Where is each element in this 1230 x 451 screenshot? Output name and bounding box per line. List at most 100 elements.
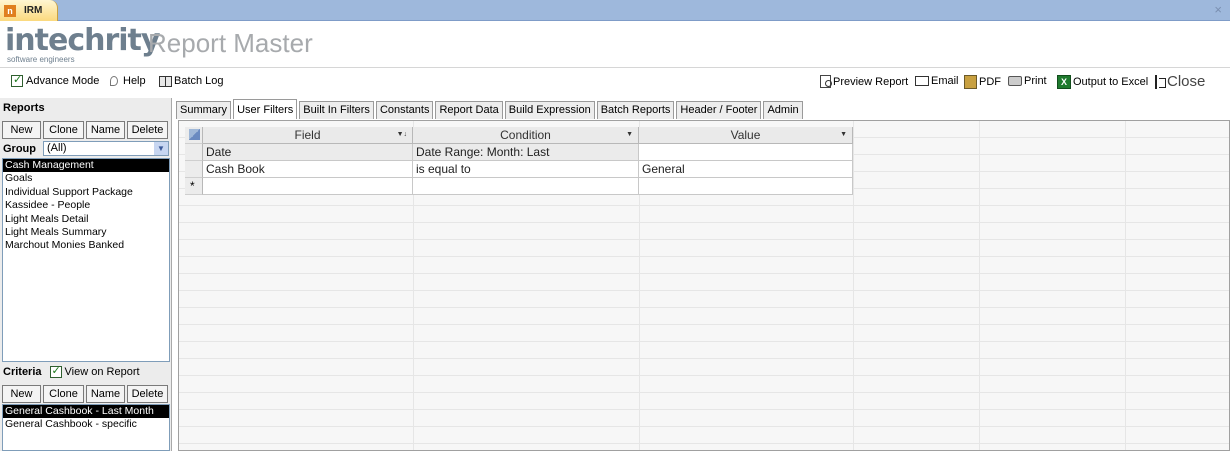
tab-batch-reports[interactable]: Batch Reports — [596, 101, 675, 119]
list-item[interactable]: General Cashbook - specific — [3, 418, 169, 431]
column-header-condition[interactable]: Condition ▼ — [413, 127, 639, 144]
user-filters-grid[interactable]: Field ▼↓ Condition ▼ Value ▼ Date Date R… — [178, 120, 1230, 451]
tab-admin[interactable]: Admin — [763, 101, 803, 119]
app-icon: n — [4, 4, 16, 17]
book-icon — [159, 75, 172, 87]
criteria-new-button[interactable]: New — [2, 385, 41, 403]
email-icon — [915, 76, 929, 86]
company-logo: intechrity — [5, 23, 160, 58]
batch-log-button[interactable]: Batch Log — [159, 75, 224, 87]
reports-clone-button[interactable]: Clone — [43, 121, 84, 139]
table-cell[interactable]: Date — [203, 144, 413, 161]
group-dropdown[interactable]: (All) ▼ — [43, 141, 169, 156]
document-tab-bar: n IRM × — [0, 0, 1230, 21]
tab-summary[interactable]: Summary — [176, 101, 232, 119]
close-icon[interactable]: × — [1214, 2, 1222, 17]
exit-icon — [1155, 74, 1166, 89]
toolbar: Advance Mode Help Batch Log Preview Repo… — [0, 72, 1230, 96]
new-row-marker: * — [190, 179, 195, 193]
list-item[interactable]: Light Meals Detail — [3, 213, 169, 226]
row-selector[interactable] — [185, 144, 203, 161]
reports-heading: Reports — [3, 102, 45, 114]
print-button[interactable]: Print — [1008, 75, 1047, 87]
output-to-excel-label: Output to Excel — [1073, 76, 1149, 88]
printer-icon — [1008, 76, 1022, 86]
column-header-label: Condition — [500, 128, 551, 142]
tab-build-expression[interactable]: Build Expression — [504, 101, 595, 119]
criteria-heading: Criteria — [3, 366, 42, 378]
pdf-button[interactable]: PDF — [964, 75, 1001, 89]
group-label: Group — [3, 142, 36, 155]
list-item[interactable]: Goals — [3, 172, 169, 185]
criteria-list[interactable]: General Cashbook - Last Month General Ca… — [2, 404, 170, 451]
app-title: Report Master — [148, 28, 313, 58]
close-label: Close — [1167, 73, 1206, 90]
table-cell[interactable]: General — [639, 161, 853, 178]
column-header-value[interactable]: Value ▼ — [639, 127, 853, 144]
table-cell[interactable] — [639, 144, 853, 161]
criteria-clone-button[interactable]: Clone — [43, 385, 84, 403]
view-on-report-checkbox[interactable] — [49, 364, 62, 378]
dropdown-icon[interactable]: ▼ — [840, 127, 847, 143]
output-to-excel-button[interactable]: X Output to Excel — [1057, 75, 1148, 89]
table-cell[interactable]: Cash Book — [203, 161, 413, 178]
list-item[interactable]: Kassidee - People — [3, 199, 169, 212]
grid-divider — [1125, 121, 1126, 450]
column-header-field[interactable]: Field ▼↓ — [203, 127, 413, 144]
grid-divider — [853, 121, 854, 450]
group-filter: Group (All) ▼ — [3, 141, 169, 156]
logo-tagline: software engineers — [7, 55, 75, 64]
advance-mode-checkbox[interactable]: Advance Mode — [11, 73, 100, 87]
view-on-report-label: View on Report — [64, 366, 140, 378]
reports-button-row: New Clone Name Delete — [2, 121, 168, 139]
preview-report-label: Preview Report — [833, 75, 909, 88]
document-tab-irm[interactable]: n IRM — [0, 0, 58, 21]
reports-delete-button[interactable]: Delete — [127, 121, 168, 139]
dropdown-icon[interactable]: ▼ — [626, 127, 633, 143]
table-cell[interactable] — [639, 178, 853, 195]
advance-mode-label: Advance Mode — [26, 75, 100, 87]
list-item[interactable]: General Cashbook - Last Month — [3, 405, 169, 419]
email-button[interactable]: Email — [915, 75, 959, 87]
list-item[interactable]: Individual Support Package — [3, 186, 169, 199]
table-cell[interactable] — [203, 178, 413, 195]
main-tabs: Summary User Filters Built In Filters Co… — [176, 99, 805, 120]
pdf-icon — [964, 75, 977, 89]
chevron-down-icon[interactable]: ▼ — [154, 142, 168, 155]
table-cell[interactable]: Date Range: Month: Last — [413, 144, 639, 161]
column-header-label: Value — [730, 128, 761, 142]
tab-built-in-filters[interactable]: Built In Filters — [299, 101, 374, 119]
tab-report-data[interactable]: Report Data — [435, 101, 503, 119]
checkbox-checked-icon[interactable] — [11, 73, 23, 87]
table-cell[interactable] — [413, 178, 639, 195]
list-item[interactable]: Marchout Monies Banked — [3, 239, 169, 252]
pdf-label: PDF — [979, 76, 1001, 88]
document-tab-label: IRM — [24, 5, 43, 16]
tab-header-footer[interactable]: Header / Footer — [676, 101, 762, 119]
help-icon — [110, 76, 118, 86]
batch-log-label: Batch Log — [174, 75, 224, 87]
close-button[interactable]: Close — [1155, 73, 1205, 90]
help-button[interactable]: Help — [110, 75, 146, 87]
email-label: Email — [931, 75, 959, 87]
app-header: intechrity software engineers Report Mas… — [0, 22, 1230, 68]
list-item[interactable]: Cash Management — [3, 159, 169, 173]
list-item[interactable]: Light Meals Summary — [3, 226, 169, 239]
group-dropdown-value: (All) — [47, 142, 67, 154]
tab-user-filters[interactable]: User Filters — [233, 99, 298, 119]
table-cell[interactable]: is equal to — [413, 161, 639, 178]
criteria-button-row: New Clone Name Delete — [2, 385, 168, 403]
criteria-delete-button[interactable]: Delete — [127, 385, 168, 403]
reports-list[interactable]: Cash Management Goals Individual Support… — [2, 158, 170, 362]
reports-name-button[interactable]: Name — [86, 121, 125, 139]
preview-icon — [820, 75, 832, 88]
help-label: Help — [123, 75, 146, 87]
criteria-name-button[interactable]: Name — [86, 385, 125, 403]
sort-dropdown-icon[interactable]: ▼↓ — [397, 127, 407, 143]
select-all-icon — [189, 129, 200, 140]
tab-constants[interactable]: Constants — [375, 101, 434, 119]
reports-new-button[interactable]: New — [2, 121, 41, 139]
preview-report-button[interactable]: Preview Report — [820, 75, 908, 88]
row-selector[interactable] — [185, 161, 203, 178]
criteria-header: Criteria View on Report — [3, 364, 140, 378]
